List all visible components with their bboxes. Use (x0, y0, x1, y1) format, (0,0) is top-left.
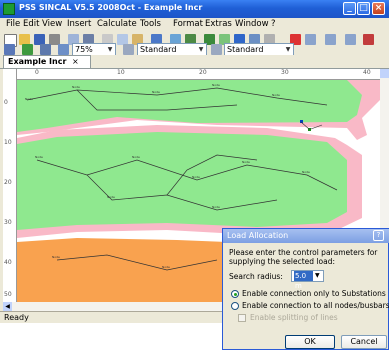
menu-insert[interactable]: Insert (67, 19, 91, 29)
green-zone-lower (17, 132, 347, 230)
ruler-label: 0 (4, 99, 8, 106)
search-radius-label: Search radius: (229, 272, 283, 281)
ruler-label: 50 (4, 291, 12, 298)
svg-text:Node: Node (25, 97, 33, 101)
select-arrow-icon[interactable] (4, 44, 15, 55)
svg-text:Node: Node (107, 195, 115, 199)
menu-edit[interactable]: Edit (23, 19, 39, 29)
menu-bar: File Edit View Insert Calculate Tools Fo… (0, 18, 389, 32)
scroll-up-icon[interactable] (380, 69, 389, 78)
menu-calculate[interactable]: Calculate (97, 19, 137, 29)
minimize-button[interactable]: _ (343, 2, 356, 15)
tab-example-incr[interactable]: Example Incr × (3, 55, 91, 68)
menu-extras[interactable]: Extras (205, 19, 232, 29)
align-icon[interactable] (40, 44, 51, 55)
search-radius-value: 5.0 m (294, 271, 313, 290)
snap-icon[interactable] (22, 44, 33, 55)
ok-button[interactable]: OK (285, 335, 335, 349)
option-all-nodes-label[interactable]: Enable connection to all nodes/busbars (242, 301, 389, 310)
menu-format[interactable]: Format (173, 19, 203, 29)
load-allocation-dialog: Load Allocation ? Please enter the contr… (222, 228, 389, 350)
app-icon (3, 3, 15, 15)
tab-close-icon[interactable]: × (72, 56, 79, 67)
menu-file[interactable]: File (6, 19, 20, 29)
chevron-down-icon: ▼ (285, 46, 291, 53)
ruler-label: 30 (281, 69, 289, 76)
zoom-value: 75% (75, 45, 93, 54)
svg-text:Node: Node (132, 155, 140, 159)
ruler-label: 0 (35, 69, 39, 76)
menu-view[interactable]: View (42, 19, 62, 29)
style-value-2: Standard (227, 45, 264, 54)
menu-window[interactable]: Window (235, 19, 269, 29)
menu-help[interactable]: ? (271, 19, 276, 29)
svg-text:Node: Node (302, 170, 310, 174)
dialog-title: Load Allocation (227, 231, 289, 240)
vertical-ruler: 0 10 20 30 40 50 (3, 69, 17, 302)
ruler-label: 40 (4, 259, 12, 266)
chevron-down-icon: ▼ (315, 272, 320, 279)
radio-substations[interactable] (231, 290, 239, 298)
horizontal-ruler: 0 10 20 30 40 (17, 69, 381, 80)
tab-label: Example Incr (8, 57, 67, 66)
dialog-title-bar[interactable]: Load Allocation ? (223, 229, 389, 243)
chevron-down-icon: ▼ (198, 46, 204, 53)
ruler-label: 40 (363, 69, 371, 76)
svg-text:Node: Node (212, 205, 220, 209)
help-button[interactable]: ? (373, 230, 384, 241)
svg-text:Node: Node (192, 175, 200, 179)
scroll-left-icon[interactable]: ◀ (3, 302, 12, 311)
close-button[interactable]: × (372, 2, 385, 15)
svg-text:Node: Node (35, 155, 43, 159)
maximize-button[interactable]: □ (357, 2, 370, 15)
svg-text:Node: Node (152, 90, 160, 94)
cancel-button[interactable]: Cancel (341, 335, 387, 349)
dialog-description: Please enter the control parameters for … (229, 248, 378, 266)
orange-zone (17, 238, 227, 302)
option-splitting-label: Enable splitting of lines (250, 313, 338, 322)
svg-text:Node: Node (272, 93, 280, 97)
chevron-down-icon: ▼ (107, 46, 113, 53)
ruler-label: 10 (4, 139, 12, 146)
svg-text:Node: Node (72, 85, 80, 89)
status-text: Ready (4, 313, 29, 322)
svg-text:Node: Node (52, 255, 60, 259)
window-title: PSS SINCAL V5.5 2008Oct - Example Incr (19, 3, 203, 12)
text-style-icon[interactable] (211, 44, 222, 55)
ruler-label: 20 (199, 69, 207, 76)
style-value-1: Standard (140, 45, 177, 54)
splitting-checkbox[interactable] (238, 314, 246, 322)
svg-text:Node: Node (212, 83, 220, 87)
svg-text:Node: Node (162, 265, 170, 269)
title-bar[interactable]: PSS SINCAL V5.5 2008Oct - Example Incr _… (0, 0, 389, 18)
radio-all-nodes[interactable] (231, 302, 239, 310)
menu-tools[interactable]: Tools (140, 19, 161, 29)
option-substations-label[interactable]: Enable connection only to Substations (242, 289, 386, 298)
ruler-label: 20 (4, 179, 12, 186)
search-radius-select[interactable]: 5.0 m ▼ (291, 270, 324, 290)
ruler-label: 10 (117, 69, 125, 76)
svg-text:Node: Node (242, 160, 250, 164)
line-style-icon[interactable] (123, 44, 134, 55)
ruler-label: 30 (4, 219, 12, 226)
zoom-icon[interactable] (58, 44, 69, 55)
